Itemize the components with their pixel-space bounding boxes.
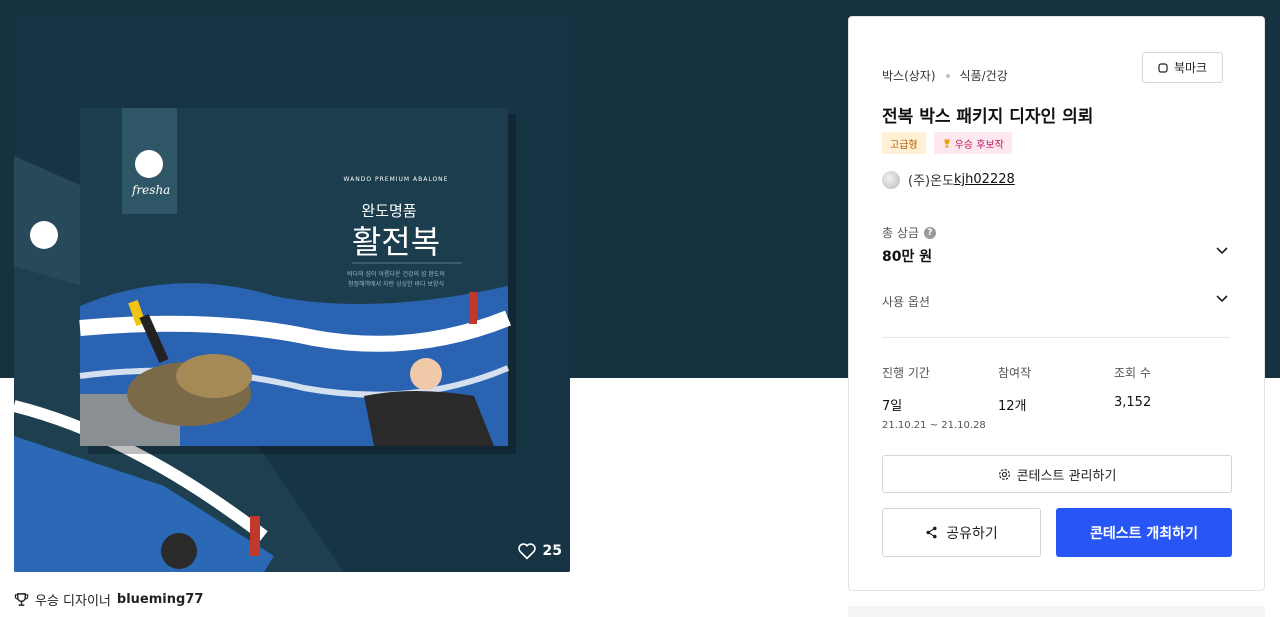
host-avatar xyxy=(882,170,900,189)
host-name: (주)온도 xyxy=(908,174,955,189)
prize-label: 총 상금 xyxy=(882,226,919,240)
like-button[interactable]: 25 xyxy=(517,542,562,560)
box-copy-line-2: 청정해역에서 자란 싱싱한 바다 보양식 xyxy=(348,280,444,288)
gear-icon xyxy=(998,468,1010,480)
bookmark-label: 북마크 xyxy=(1173,61,1208,75)
options-label: 사용 옵션 xyxy=(882,295,930,309)
winner-candidate-label: 우승 후보작 xyxy=(954,139,1004,151)
stat-duration: 진행 기간 7일 21.10.21 ~ 21.10.28 xyxy=(882,364,998,431)
box-copy-line-1: 바다와 섬이 아름다운 건강의 섬 완도의 xyxy=(347,270,445,278)
stat-label: 조회 수 xyxy=(1114,366,1151,380)
tier-badge: 고급형 xyxy=(882,132,926,154)
abalone-box-illustration: 완도명품 활전복 WANDO PREMIUM ABALONE 바다와 섬이 아름… xyxy=(14,16,570,572)
manage-contest-label: 콘테스트 관리하기 xyxy=(1016,468,1117,484)
winner-candidate-badge: 우승 후보작 xyxy=(933,132,1012,154)
like-count: 25 xyxy=(542,543,562,559)
options-expand-chevron-icon[interactable] xyxy=(1216,295,1228,303)
box-english-title: WANDO PREMIUM ABALONE xyxy=(344,176,449,183)
share-label: 공유하기 xyxy=(946,525,998,542)
bookmark-button[interactable]: 북마크 xyxy=(1142,52,1223,83)
share-icon xyxy=(926,526,937,539)
trophy-icon xyxy=(14,593,29,606)
winning-designer: 우승 디자이너 blueming77 xyxy=(14,590,203,609)
host-id-link[interactable]: kjh02228 xyxy=(954,172,1015,187)
help-icon[interactable]: ? xyxy=(923,226,936,239)
stat-label: 참여작 xyxy=(998,366,1032,380)
prize-expand-chevron-icon[interactable] xyxy=(1216,247,1228,255)
bookmark-icon xyxy=(1158,62,1168,73)
front-box xyxy=(79,108,516,454)
heart-icon xyxy=(517,543,536,560)
stat-value: 12개 xyxy=(998,399,1027,414)
prize-label-row: 총 상금 ? xyxy=(882,224,1230,241)
contest-title: 전복 박스 패키지 디자인 의뢰 xyxy=(882,107,1094,127)
stat-entries: 참여작 12개 xyxy=(998,364,1114,431)
box-sub-title: 완도명품 xyxy=(361,202,416,220)
winner-prefix: 우승 디자이너 xyxy=(35,594,111,609)
stat-views: 조회 수 3,152 xyxy=(1114,364,1230,431)
winning-artwork[interactable]: 완도명품 활전복 WANDO PREMIUM ABALONE 바다와 섬이 아름… xyxy=(14,16,570,572)
stat-value: 7일 xyxy=(882,399,903,414)
manage-contest-button[interactable]: 콘테스트 관리하기 xyxy=(882,455,1232,493)
host-info: (주)온도 kjh02228 xyxy=(882,170,1015,189)
box-main-title: 활전복 xyxy=(352,223,440,261)
category-label[interactable]: 박스(상자) xyxy=(882,67,936,84)
prize-value: 80만 원 xyxy=(882,249,933,265)
trophy-icon xyxy=(944,139,950,148)
winner-username[interactable]: blueming77 xyxy=(117,592,204,607)
share-button[interactable]: 공유하기 xyxy=(882,508,1041,557)
stat-label: 진행 기간 xyxy=(882,366,930,380)
section-divider xyxy=(882,337,1230,338)
stat-value: 3,152 xyxy=(1114,395,1152,410)
subcategory-label[interactable]: 식품/건강 xyxy=(960,67,1008,84)
host-contest-button[interactable]: 콘테스트 개최하기 xyxy=(1056,508,1232,557)
badge-list: 고급형 우승 후보작 xyxy=(882,132,1012,154)
stat-date-range: 21.10.21 ~ 21.10.28 xyxy=(882,420,986,431)
next-card-preview xyxy=(848,606,1265,617)
category-breadcrumb: 박스(상자) 식품/건강 xyxy=(882,67,1008,84)
brand-logo-text: fresha xyxy=(131,183,170,197)
contest-info-panel: 박스(상자) 식품/건강 북마크 전복 박스 패키지 디자인 의뢰 고급형 우승… xyxy=(848,16,1265,591)
breadcrumb-separator xyxy=(945,73,950,78)
contest-stats: 진행 기간 7일 21.10.21 ~ 21.10.28 참여작 12개 조회 … xyxy=(882,364,1230,431)
